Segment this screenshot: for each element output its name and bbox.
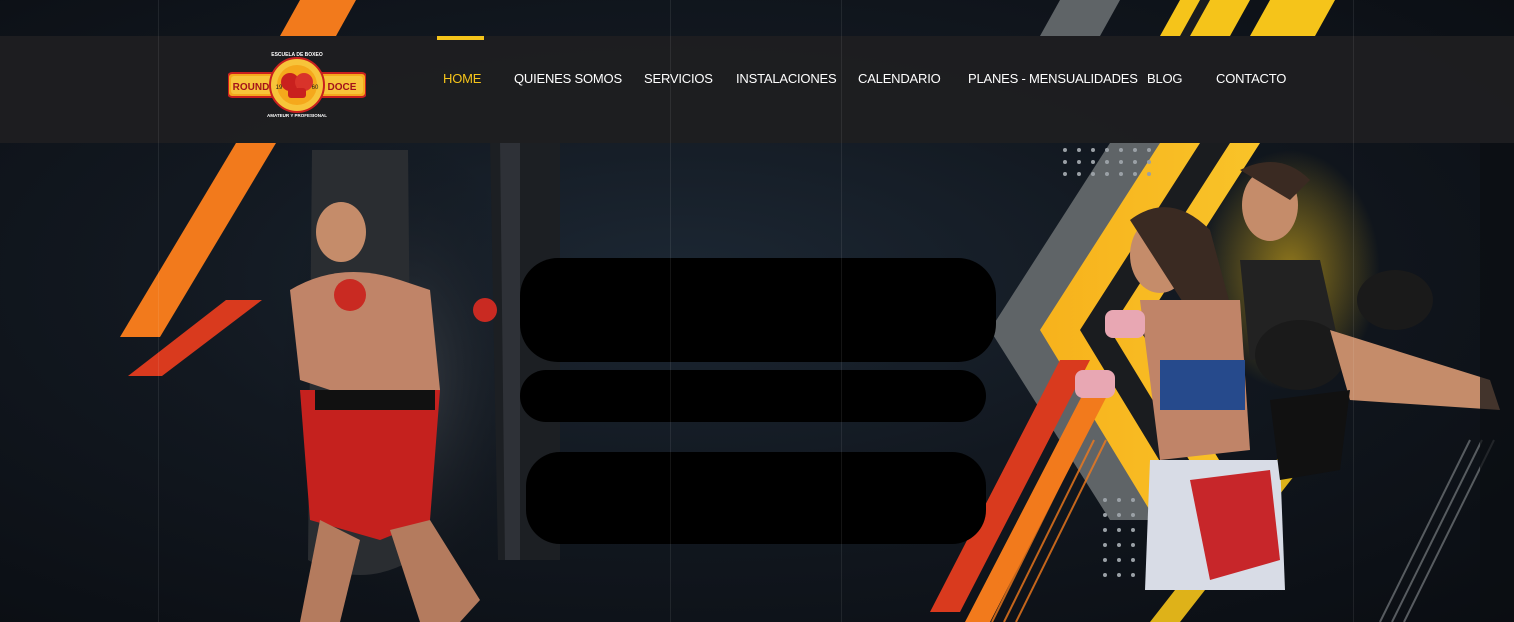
top-strip <box>0 0 1514 36</box>
page: ROUND DOCE 19 60 ESCUELA DE BOXEO AMATEU… <box>0 0 1514 622</box>
nav-item-blog[interactable]: BLOG <box>1147 36 1183 120</box>
nav-item-planes-mensualidades[interactable]: PLANES - MENSUALIDADES <box>968 36 1138 120</box>
redacted-headline-line3 <box>526 452 986 544</box>
fighter-back-figure <box>1240 162 1500 480</box>
nav-item-servicios[interactable]: SERVICIOS <box>644 36 713 120</box>
redacted-headline-line1 <box>520 258 996 362</box>
nav-item-instalaciones[interactable]: INSTALACIONES <box>736 36 837 120</box>
main-navigation: HOME QUIENES SOMOS SERVICIOS INSTALACION… <box>0 36 1514 120</box>
nav-item-home[interactable]: HOME <box>443 36 481 120</box>
nav-item-contacto[interactable]: CONTACTO <box>1216 36 1286 120</box>
nav-item-quienes-somos[interactable]: QUIENES SOMOS <box>514 36 622 120</box>
redacted-headline-line2 <box>520 370 986 422</box>
nav-item-calendario[interactable]: CALENDARIO <box>858 36 941 120</box>
